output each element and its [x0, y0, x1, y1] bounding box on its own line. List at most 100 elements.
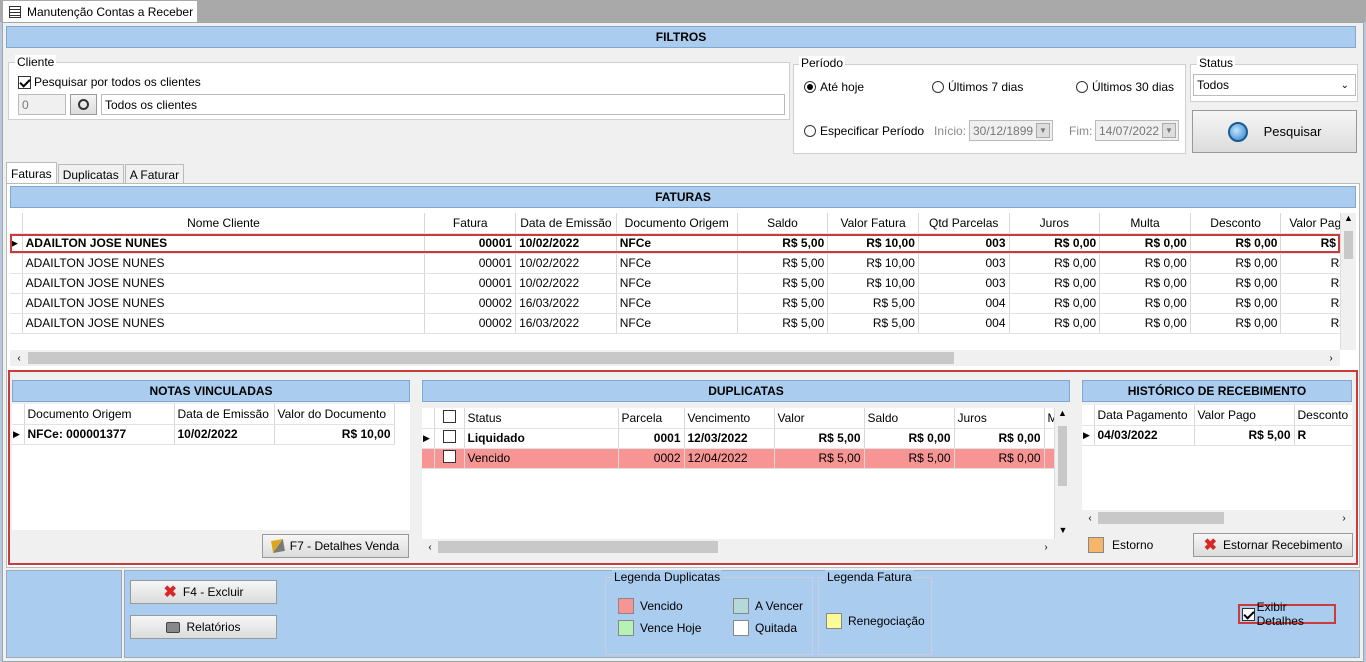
tab-faturas[interactable]: Faturas [6, 162, 57, 184]
chevron-right-icon[interactable]: › [1322, 353, 1340, 364]
faturas-vscroll-thumb[interactable] [1344, 231, 1353, 259]
client-code-field[interactable]: 0 [18, 94, 66, 115]
historico-hscroll-thumb[interactable] [1098, 512, 1224, 524]
search-all-clients-check[interactable] [18, 75, 31, 89]
select-all-checkbox-cell[interactable] [434, 408, 465, 429]
chevron-right-icon[interactable]: › [1336, 513, 1352, 524]
chevron-left-icon[interactable]: ‹ [10, 353, 28, 364]
column-header[interactable]: Data Pagamento [1094, 405, 1195, 426]
estornar-button[interactable]: ✖ Estornar Recebimento [1193, 533, 1353, 557]
client-search-button[interactable] [70, 94, 97, 115]
status-select[interactable]: Todos ⌄ [1193, 74, 1356, 96]
notas-table: Documento Origem Data de Emissão Valor do … [12, 404, 395, 445]
radio-ate-hoje-circle[interactable] [804, 81, 816, 93]
historico-table: Data Pagamento Valor Pago Desconto ▶ 04/03/… [1082, 405, 1352, 446]
chevron-up-icon[interactable]: ▲ [1055, 408, 1070, 422]
radio-especificar-circle[interactable] [804, 125, 816, 137]
column-header[interactable]: Fatura [424, 213, 517, 234]
table-row[interactable]: ADAILTON JOSE NUNES 00002 16/03/2022 NFCe R$… [10, 313, 1340, 334]
start-date-field[interactable]: 30/12/1899 ▼ [969, 120, 1053, 141]
column-header[interactable]: Documento Origem [24, 404, 175, 425]
chevron-down-icon[interactable]: ▼ [1055, 525, 1071, 539]
column-header[interactable]: Multa [1099, 213, 1191, 234]
tab-a-faturar[interactable]: A Faturar [124, 164, 185, 184]
column-header[interactable]: Valor Pag [1280, 213, 1340, 234]
chevron-right-icon[interactable]: › [1038, 542, 1054, 553]
client-name-field[interactable]: Todos os clientes [101, 94, 785, 115]
calendar-dropdown-icon[interactable]: ▼ [1162, 123, 1176, 138]
table-row[interactable]: ADAILTON JOSE NUNES 00001 10/02/2022 NFCe R$… [10, 253, 1340, 274]
table-cell: ADAILTON JOSE NUNES [22, 253, 426, 274]
radio-ultimos-7[interactable]: Últimos 7 dias [932, 80, 1023, 94]
row-checkbox[interactable] [442, 450, 456, 463]
legend-label: Renegociação [848, 614, 925, 628]
select-all-checkbox[interactable] [442, 409, 456, 423]
column-header[interactable]: Desconto [1294, 405, 1352, 426]
table-row[interactable]: ▶ 04/03/2022 R$ 5,00 R [1082, 425, 1352, 446]
radio-ultimos-7-circle[interactable] [932, 81, 944, 93]
search-button[interactable]: Pesquisar [1192, 110, 1357, 153]
column-header[interactable]: Desconto [1190, 213, 1282, 234]
table-row[interactable]: ADAILTON JOSE NUNES 00002 16/03/2022 NFCe R$… [10, 293, 1340, 314]
column-header[interactable]: Status [464, 408, 619, 429]
radio-ultimos-30-circle[interactable] [1076, 81, 1088, 93]
radio-especificar[interactable]: Especificar Período [804, 124, 924, 138]
table-cell: NFCe [616, 233, 738, 254]
column-header[interactable]: Valor [774, 408, 865, 429]
show-details-check[interactable] [1242, 607, 1255, 621]
reports-button[interactable]: Relatórios [130, 615, 277, 639]
client-group-label: Cliente [15, 55, 57, 69]
end-date-field[interactable]: 14/07/2022 ▼ [1095, 120, 1179, 141]
column-header[interactable]: Parcela [618, 408, 685, 429]
column-header[interactable]: Data de Emissão [174, 404, 275, 425]
table-row[interactable]: ADAILTON JOSE NUNES 00001 10/02/2022 NFCe R$… [10, 273, 1340, 294]
table-cell: R$ [1280, 293, 1340, 314]
column-header[interactable]: Saldo [737, 213, 829, 234]
column-header[interactable]: Vencimento [684, 408, 775, 429]
column-header[interactable]: M [1044, 408, 1054, 429]
column-header[interactable]: Valor Pago [1194, 405, 1295, 426]
search-all-clients-checkbox[interactable]: Pesquisar por todos os clientes [18, 75, 201, 89]
chevron-up-icon[interactable]: ▲ [1341, 213, 1356, 229]
column-header[interactable]: Documento Origem [616, 213, 738, 234]
tab-duplicatas[interactable]: Duplicatas [57, 164, 124, 184]
legend-swatch [733, 620, 749, 636]
show-details-checkbox[interactable]: Exibir Detalhes [1238, 600, 1336, 628]
faturas-hscroll-thumb[interactable] [28, 352, 954, 364]
historico-hscrollbar[interactable]: ‹ › [1082, 510, 1352, 526]
duplicatas-hscroll-thumb[interactable] [438, 541, 718, 553]
column-header[interactable]: Data de Emissão [515, 213, 617, 234]
column-header[interactable]: Saldo [864, 408, 955, 429]
column-header[interactable]: Juros [954, 408, 1045, 429]
search-all-clients-label: Pesquisar por todos os clientes [34, 75, 201, 89]
column-header[interactable]: Valor Fatura [827, 213, 919, 234]
chevron-left-icon[interactable]: ‹ [1082, 513, 1098, 524]
radio-ultimos-30[interactable]: Últimos 30 dias [1076, 80, 1174, 94]
table-row[interactable]: ▶ NFCe: 000001377 10/02/2022 R$ 10,00 [12, 424, 395, 445]
column-header[interactable]: Valor do Documento [274, 404, 395, 425]
details-sale-button[interactable]: F7 - Detalhes Venda [262, 534, 409, 558]
faturas-vscrollbar[interactable]: ▲ [1340, 213, 1356, 350]
duplicatas-vscrollbar[interactable]: ▲ ▼ [1054, 408, 1070, 539]
end-date-value: 14/07/2022 [1099, 123, 1160, 138]
calendar-dropdown-icon[interactable]: ▼ [1036, 123, 1050, 138]
column-header[interactable]: Juros [1009, 213, 1101, 234]
window-tab[interactable]: Manutenção Contas a Receber [2, 0, 198, 22]
chevron-left-icon[interactable]: ‹ [422, 542, 438, 553]
column-header[interactable]: Nome Cliente [22, 213, 426, 234]
radio-ate-hoje[interactable]: Até hoje [804, 80, 864, 94]
duplicatas-vscroll-thumb[interactable] [1058, 426, 1067, 486]
duplicatas-hscrollbar[interactable]: ‹ › [422, 539, 1054, 555]
duplicatas-header-row: StatusParcelaVencimentoValorSaldoJurosM [422, 408, 1054, 429]
row-indicator: ▶ [422, 428, 435, 449]
column-header[interactable]: Qtd Parcelas [918, 213, 1010, 234]
faturas-hscrollbar[interactable]: ‹ › [10, 350, 1340, 366]
printer-icon [166, 621, 181, 633]
row-checkbox-cell[interactable] [434, 428, 465, 449]
row-checkbox-cell[interactable] [434, 448, 465, 469]
row-checkbox[interactable] [442, 430, 456, 443]
table-row[interactable]: Vencido 0002 12/04/2022 R$ 5,00 R$ 5,00 R$ 0,… [422, 448, 1054, 469]
delete-button[interactable]: ✖ F4 - Excluir [130, 580, 277, 604]
table-row[interactable]: ▶ ADAILTON JOSE NUNES 00001 10/02/2022 NFCe R… [10, 233, 1340, 254]
table-row[interactable]: ▶ Liquidado 0001 12/03/2022 R$ 5,00 R$ 0,00 R$… [422, 428, 1054, 449]
